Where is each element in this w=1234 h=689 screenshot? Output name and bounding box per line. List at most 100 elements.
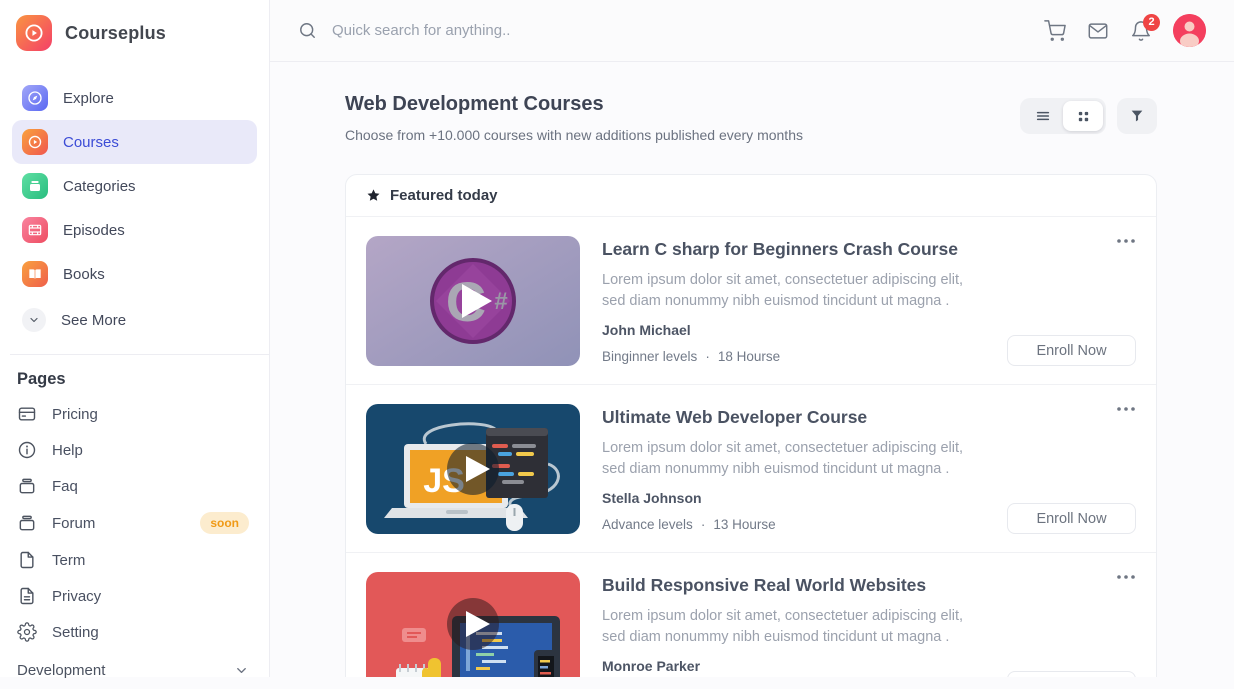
main-content: Web Development Courses Choose from +10.… — [270, 62, 1234, 677]
user-avatar[interactable] — [1173, 14, 1206, 47]
open-book-icon — [22, 261, 48, 287]
page-item-label: Help — [52, 442, 83, 459]
course-title[interactable]: Build Responsive Real World Websites — [602, 575, 984, 596]
featured-heading: Featured today — [390, 187, 498, 204]
course-instructor: Stella Johnson — [602, 490, 984, 506]
course-more-button[interactable] — [1116, 404, 1136, 412]
course-duration: 18 Hourse — [718, 349, 780, 364]
grid-view-button[interactable] — [1063, 101, 1103, 131]
course-title[interactable]: Learn C sharp for Beginners Crash Course — [602, 239, 984, 260]
page-item-label: Setting — [52, 624, 99, 641]
chevron-down-icon — [22, 308, 46, 332]
sidebar-item-term[interactable]: Term — [0, 542, 269, 578]
search-icon — [298, 21, 317, 40]
topbar-actions: 2 — [1044, 14, 1206, 47]
development-label: Development — [17, 662, 105, 679]
javascript-video-thumbnail[interactable]: JS — [366, 404, 580, 534]
filter-button[interactable] — [1117, 98, 1157, 134]
chevron-down-icon — [234, 663, 249, 678]
sidebar-section-development[interactable]: Development — [0, 650, 269, 689]
course-row: Build Responsive Real World Websites Lor… — [346, 552, 1156, 677]
enroll-button[interactable]: Enroll Now — [1007, 503, 1136, 534]
sidebar-item-label: Categories — [63, 178, 136, 195]
mail-icon — [1087, 20, 1109, 42]
course-instructor: Monroe Parker — [602, 658, 984, 674]
course-meta: Advance levels · 13 Hourse — [602, 517, 984, 532]
page-item-label: Term — [52, 552, 85, 569]
meta-separator: · — [705, 349, 710, 364]
sidebar-item-categories[interactable]: Categories — [12, 164, 257, 208]
brand-name: Courseplus — [65, 23, 166, 44]
ellipsis-icon — [1116, 406, 1136, 412]
sidebar: Courseplus Explore Courses Categories Ep… — [0, 0, 270, 677]
cart-button[interactable] — [1044, 20, 1066, 42]
credit-card-icon — [17, 404, 37, 424]
enroll-button[interactable]: Enroll Now — [1007, 671, 1136, 677]
course-row: C # Learn C sharp for Beginners Crash Co… — [346, 217, 1156, 384]
view-toggle-group — [1020, 98, 1106, 134]
messages-button[interactable] — [1087, 20, 1109, 42]
course-title[interactable]: Ultimate Web Developer Course — [602, 407, 984, 428]
sidebar-see-more[interactable]: See More — [0, 298, 269, 342]
sidebar-item-help[interactable]: Help — [0, 432, 269, 468]
list-view-button[interactable] — [1023, 101, 1063, 131]
sidebar-item-books[interactable]: Books — [12, 252, 257, 296]
course-description: Lorem ipsum dolor sit amet, consectetuer… — [602, 606, 984, 648]
topbar: 2 — [270, 0, 1234, 62]
play-circle-icon — [22, 129, 48, 155]
sidebar-item-episodes[interactable]: Episodes — [12, 208, 257, 252]
brand-logo[interactable]: Courseplus — [0, 0, 269, 64]
ellipsis-icon — [1116, 574, 1136, 580]
sidebar-item-forum[interactable]: Forum soon — [0, 504, 269, 542]
sidebar-item-setting[interactable]: Setting — [0, 614, 269, 650]
search-input[interactable] — [330, 21, 750, 40]
sidebar-item-courses[interactable]: Courses — [12, 120, 257, 164]
archive-box-icon — [17, 476, 37, 496]
notifications-button[interactable]: 2 — [1130, 20, 1152, 42]
page-item-label: Faq — [52, 478, 78, 495]
course-level: Advance levels — [602, 517, 693, 532]
sidebar-nav: Explore Courses Categories Episodes Book… — [0, 64, 269, 296]
page-item-label: Forum — [52, 515, 95, 532]
sidebar-item-privacy[interactable]: Privacy — [0, 578, 269, 614]
course-level: Binginner levels — [602, 349, 697, 364]
course-more-button[interactable] — [1116, 236, 1136, 244]
page-subtitle: Choose from +10.000 courses with new add… — [345, 127, 803, 143]
course-row: JS — [346, 384, 1156, 552]
page-title: Web Development Courses — [345, 93, 803, 116]
archive-icon — [22, 173, 48, 199]
archive-box-icon — [17, 513, 37, 533]
see-more-label: See More — [61, 312, 126, 329]
sidebar-item-pricing[interactable]: Pricing — [0, 396, 269, 432]
svg-text:#: # — [494, 288, 507, 315]
ellipsis-icon — [1116, 238, 1136, 244]
csharp-video-thumbnail[interactable]: C # — [366, 236, 580, 366]
course-description: Lorem ipsum dolor sit amet, consectetuer… — [602, 438, 984, 480]
featured-courses-card: Featured today C # Learn C sharp for Beg… — [345, 174, 1157, 677]
course-instructor: John Michael — [602, 322, 984, 338]
enroll-button[interactable]: Enroll Now — [1007, 335, 1136, 366]
course-meta: Binginner levels · 18 Hourse — [602, 349, 984, 364]
sidebar-item-explore[interactable]: Explore — [12, 76, 257, 120]
sidebar-item-label: Explore — [63, 90, 114, 107]
star-icon — [366, 188, 381, 203]
list-view-icon — [1035, 108, 1051, 124]
pages-heading: Pages — [0, 355, 269, 396]
responsive-video-thumbnail[interactable] — [366, 572, 580, 677]
soon-badge: soon — [200, 512, 249, 534]
course-more-button[interactable] — [1116, 572, 1136, 580]
gear-icon — [17, 622, 37, 642]
course-description: Lorem ipsum dolor sit amet, consectetuer… — [602, 270, 984, 312]
info-circle-icon — [17, 440, 37, 460]
film-icon — [22, 217, 48, 243]
course-duration: 13 Hourse — [713, 517, 775, 532]
notification-count-badge: 2 — [1143, 14, 1160, 31]
view-controls — [1020, 98, 1157, 134]
sidebar-item-label: Episodes — [63, 222, 125, 239]
sidebar-item-faq[interactable]: Faq — [0, 468, 269, 504]
page-item-label: Pricing — [52, 406, 98, 423]
sidebar-item-label: Courses — [63, 134, 119, 151]
sidebar-item-label: Books — [63, 266, 105, 283]
cart-icon — [1044, 20, 1066, 42]
filter-icon — [1129, 108, 1145, 124]
